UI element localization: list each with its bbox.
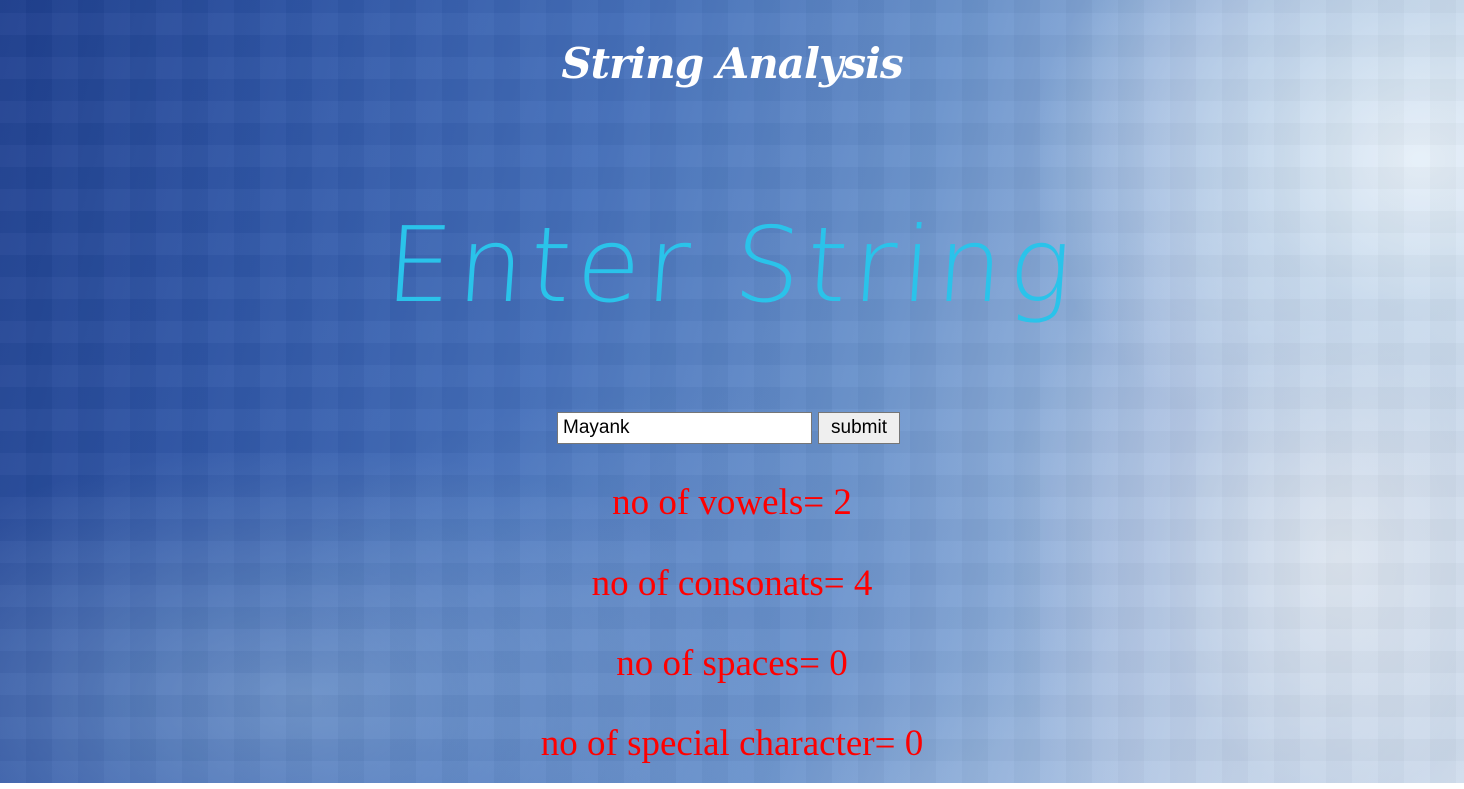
special-character-count: no of special character= 0 [540,723,924,764]
string-form: submit [557,412,900,444]
page-background: String Analysis Enter String submit no o… [0,0,1464,783]
submit-button[interactable]: submit [818,412,900,444]
page-title: String Analysis [561,39,903,88]
enter-string-heading: Enter String [382,204,1082,326]
consonants-count: no of consonats= 4 [591,563,873,604]
spaces-count: no of spaces= 0 [616,643,848,684]
string-input[interactable] [557,412,812,444]
vowels-count: no of vowels= 2 [612,482,852,523]
